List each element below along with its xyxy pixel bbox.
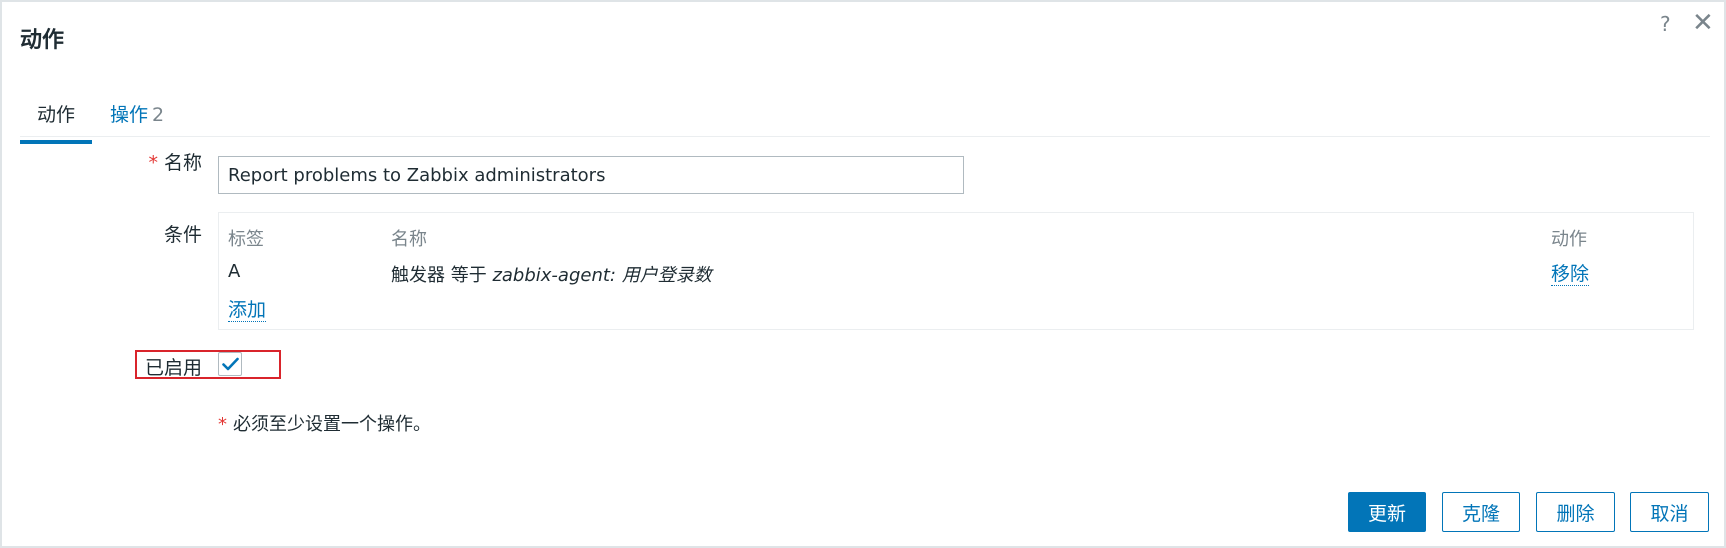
update-button[interactable]: 更新 — [1348, 492, 1426, 532]
tab-actions[interactable]: 动作 — [20, 100, 92, 144]
enabled-checkbox[interactable] — [218, 352, 242, 376]
tab-operations-label: 操作 — [110, 104, 149, 126]
required-mark: * — [148, 152, 158, 174]
conditions-table: 标签 名称 动作 A 触发器 等于 zabbix-agent: 用户登录数 移除… — [218, 212, 1694, 330]
tab-operations[interactable]: 操作 2 — [110, 100, 164, 141]
help-icon[interactable]: ? — [1660, 12, 1671, 36]
required-operations-note: * 必须至少设置一个操作。 — [218, 414, 431, 435]
close-icon[interactable]: ✕ — [1692, 8, 1714, 38]
tab-actions-label: 动作 — [36, 104, 75, 126]
tab-bar: 动作 操作 2 — [20, 90, 1710, 144]
condition-trigger-value: zabbix-agent: 用户登录数 — [492, 265, 712, 286]
remove-condition-link[interactable]: 移除 — [1551, 263, 1590, 286]
action-dialog: 动作 ? ✕ 动作 操作2 *名称 条件 标签 名称 动作 A 触发器 等于 z… — [0, 0, 1726, 548]
enabled-label: 已启用 — [144, 357, 202, 379]
dialog-title: 动作 — [20, 28, 65, 53]
conditions-label: 条件 — [163, 224, 202, 246]
name-label: * 名称 — [148, 152, 202, 174]
conditions-header-action: 动作 — [1551, 229, 1587, 250]
condition-name: 触发器 等于 zabbix-agent: 用户登录数 — [391, 265, 712, 286]
checkmark-icon — [222, 357, 239, 371]
cancel-button[interactable]: 取消 — [1630, 492, 1709, 532]
name-input[interactable] — [218, 156, 964, 194]
tab-operations-count: 2 — [152, 104, 165, 126]
delete-button[interactable]: 删除 — [1536, 492, 1615, 532]
condition-tag: A — [228, 261, 241, 282]
conditions-header-tag: 标签 — [228, 229, 264, 250]
conditions-header-name: 名称 — [391, 229, 427, 250]
add-condition-link[interactable]: 添加 — [228, 299, 267, 322]
clone-button[interactable]: 克隆 — [1442, 492, 1520, 532]
